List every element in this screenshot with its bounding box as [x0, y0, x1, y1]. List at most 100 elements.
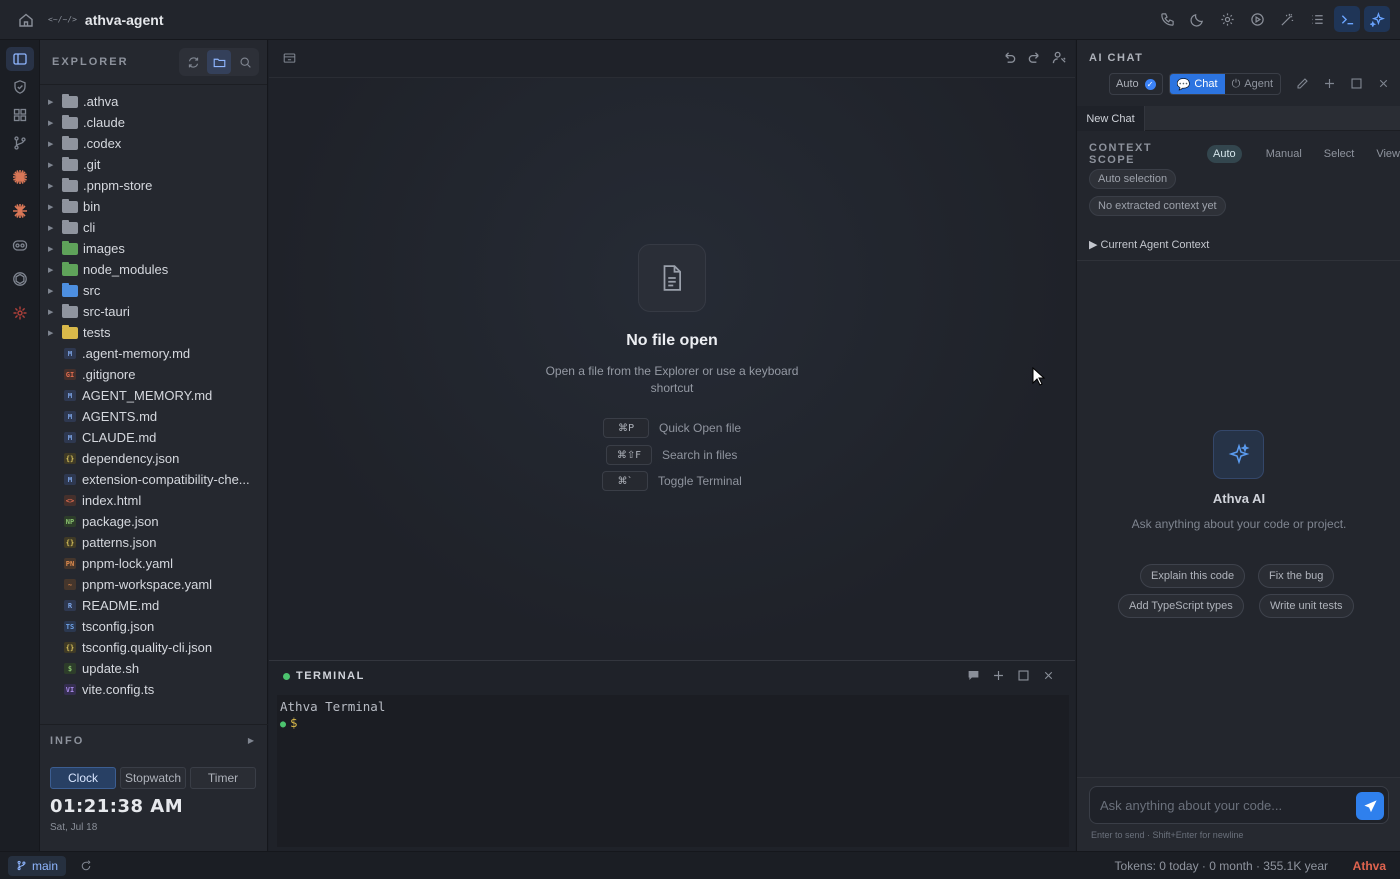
shortcut-search-files[interactable]: ⌘⇧F Search in files [606, 445, 737, 465]
phone-icon[interactable] [1154, 6, 1180, 32]
tree-folder[interactable]: ▶ .git [40, 154, 267, 175]
magic-wand-icon[interactable] [1274, 6, 1300, 32]
refresh-icon[interactable] [181, 50, 205, 74]
tree-folder[interactable]: ▶ src-tauri [40, 301, 267, 322]
chevron-right-icon[interactable]: ▶ [48, 245, 58, 253]
tree-file[interactable]: PN pnpm-lock.yaml [40, 553, 267, 574]
claude-icon[interactable] [0, 160, 40, 194]
git-branch-icon[interactable] [0, 126, 40, 160]
sparkle-icon[interactable] [1364, 6, 1390, 32]
suggestion-add-types[interactable]: Add TypeScript types [1118, 594, 1244, 618]
tree-file[interactable]: M AGENT_MEMORY.md [40, 385, 267, 406]
suggestion-fix-bug[interactable]: Fix the bug [1258, 564, 1335, 588]
context-option-view[interactable]: View [1376, 148, 1400, 160]
tree-file[interactable]: {} patterns.json [40, 532, 267, 553]
tree-file[interactable]: {} tsconfig.quality-cli.json [40, 637, 267, 658]
list-icon[interactable] [1304, 6, 1330, 32]
gear-icon[interactable] [1214, 6, 1240, 32]
maximize-icon[interactable] [1017, 669, 1030, 682]
brand-label[interactable]: Athva [1353, 859, 1386, 873]
suggestion-unit-tests[interactable]: Write unit tests [1259, 594, 1354, 618]
tree-folder[interactable]: ▶ bin [40, 196, 267, 217]
claude-icon-alt[interactable] [0, 194, 40, 228]
tree-folder[interactable]: ▶ node_modules [40, 259, 267, 280]
tree-file[interactable]: M CLAUDE.md [40, 427, 267, 448]
tree-file[interactable]: VI vite.config.ts [40, 679, 267, 700]
terminal-icon[interactable] [1334, 6, 1360, 32]
tab-timer[interactable]: Timer [190, 767, 256, 789]
shortcut-toggle-terminal[interactable]: ⌘` Toggle Terminal [602, 471, 742, 491]
tree-file[interactable]: Mextension-compatibility-che... [40, 469, 267, 490]
tree-file[interactable]: GI .gitignore [40, 364, 267, 385]
tab-new-chat[interactable]: New Chat [1077, 106, 1145, 131]
search-icon[interactable] [233, 50, 257, 74]
terminal-output[interactable]: Athva Terminal ● $ [277, 695, 1069, 847]
chevron-right-icon[interactable]: ▶ [48, 182, 58, 190]
close-icon[interactable] [1377, 77, 1390, 90]
plus-icon[interactable] [1323, 77, 1336, 90]
folder-icon [62, 93, 78, 108]
r-file-icon: R [64, 600, 76, 611]
info-header[interactable]: INFO ▶ [40, 725, 268, 757]
tree-file[interactable]: ~ pnpm-workspace.yaml [40, 574, 267, 595]
edit-icon[interactable] [1296, 77, 1309, 90]
chevron-right-icon[interactable]: ▶ [48, 203, 58, 211]
moon-icon[interactable] [1184, 6, 1210, 32]
mode-chat-button[interactable]: 💬 Chat [1169, 74, 1225, 94]
maximize-icon[interactable] [1350, 77, 1363, 90]
openai-icon[interactable] [0, 262, 40, 296]
tree-file[interactable]: <> index.html [40, 490, 267, 511]
plus-icon[interactable] [992, 669, 1005, 682]
auto-toggle[interactable]: Auto ✓ [1109, 73, 1163, 95]
tree-folder[interactable]: ▶ src [40, 280, 267, 301]
undo-icon[interactable] [1002, 50, 1017, 65]
agent-context-toggle[interactable]: ▶ Current Agent Context [1089, 238, 1209, 251]
shortcut-quick-open[interactable]: ⌘P Quick Open file [603, 418, 741, 438]
chevron-right-icon[interactable]: ▶ [248, 736, 256, 745]
tree-folder[interactable]: ▶ .pnpm-store [40, 175, 267, 196]
tree-folder[interactable]: ▶ images [40, 238, 267, 259]
tree-folder[interactable]: ▶ .athva [40, 91, 267, 112]
chevron-right-icon[interactable]: ▶ [48, 161, 58, 169]
context-option-select[interactable]: Select [1324, 148, 1355, 160]
redo-icon[interactable] [1027, 50, 1042, 65]
tab-stopwatch[interactable]: Stopwatch [120, 767, 186, 789]
tree-file[interactable]: M AGENTS.md [40, 406, 267, 427]
chevron-right-icon[interactable]: ▶ [48, 266, 58, 274]
chevron-right-icon[interactable]: ▶ [48, 224, 58, 232]
context-option-manual[interactable]: Manual [1266, 148, 1302, 160]
tab-clock[interactable]: Clock [50, 767, 116, 789]
mode-agent-button[interactable]: ⏻ Agent [1225, 74, 1280, 94]
chevron-right-icon[interactable]: ▶ [48, 329, 58, 337]
chat-input[interactable] [1100, 796, 1340, 814]
send-button[interactable] [1356, 792, 1384, 820]
tree-file[interactable]: {} dependency.json [40, 448, 267, 469]
close-icon[interactable] [1042, 669, 1055, 682]
sunburst-icon[interactable] [0, 296, 40, 330]
suggestion-explain[interactable]: Explain this code [1140, 564, 1246, 588]
chat-bubble-icon[interactable] [967, 669, 980, 682]
tree-folder[interactable]: ▶ .codex [40, 133, 267, 154]
git-branch-button[interactable]: main [8, 855, 67, 876]
tree-file[interactable]: M .agent-memory.md [40, 343, 267, 364]
user-settings-icon[interactable] [1052, 50, 1067, 65]
tree-file[interactable]: NP package.json [40, 511, 267, 532]
tree-file[interactable]: $ update.sh [40, 658, 267, 679]
tree-folder[interactable]: ▶ tests [40, 322, 267, 343]
tree-file[interactable]: TS tsconfig.json [40, 616, 267, 637]
context-option-auto[interactable]: Auto [1207, 145, 1242, 163]
folder-icon[interactable] [207, 50, 231, 74]
tree-folder[interactable]: ▶ cli [40, 217, 267, 238]
chevron-right-icon[interactable]: ▶ [48, 308, 58, 316]
home-icon[interactable] [18, 12, 34, 28]
chevron-right-icon[interactable]: ▶ [48, 119, 58, 127]
tree-file[interactable]: R README.md [40, 595, 267, 616]
sync-icon[interactable] [80, 859, 92, 872]
chevron-right-icon[interactable]: ▶ [48, 140, 58, 148]
play-icon[interactable] [1244, 6, 1270, 32]
chevron-right-icon[interactable]: ▶ [48, 98, 58, 106]
copilot-icon[interactable] [0, 228, 40, 262]
tree-folder[interactable]: ▶ .claude [40, 112, 267, 133]
chevron-right-icon[interactable]: ▶ [48, 287, 58, 295]
split-editor-icon[interactable] [283, 52, 296, 65]
